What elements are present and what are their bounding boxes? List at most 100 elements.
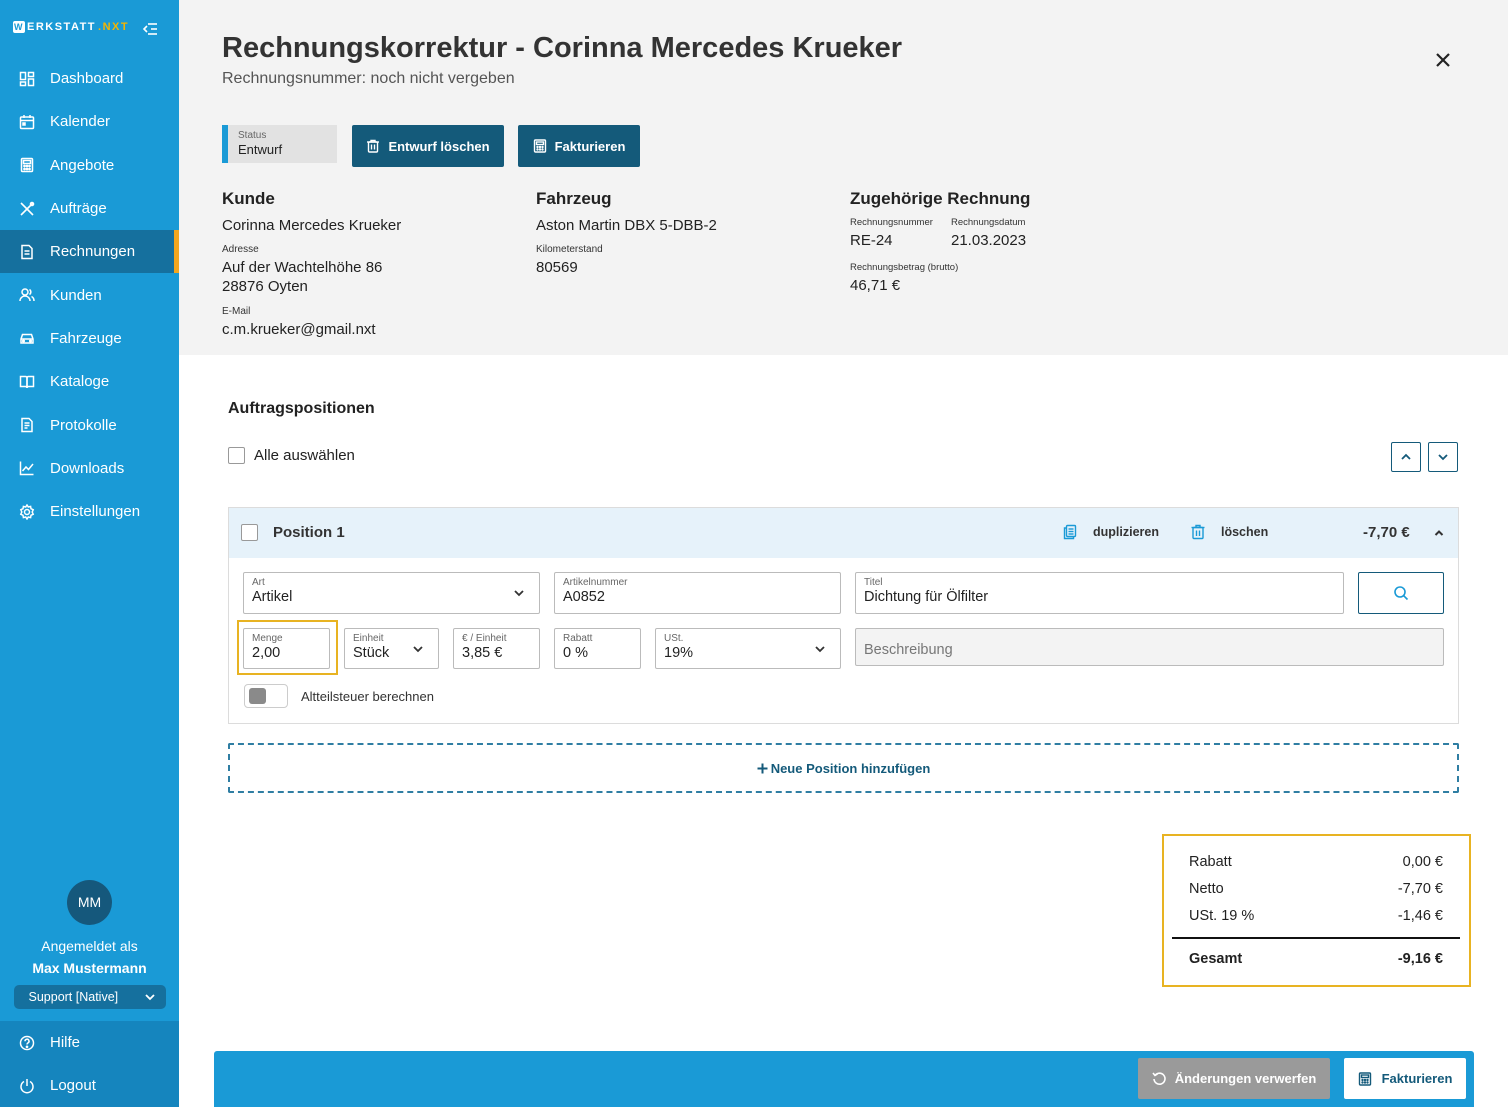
role-value: Support [Native]	[28, 990, 119, 1004]
user-block: MM Angemeldet als Max Mustermann Support…	[0, 880, 179, 1009]
delete-position-label: löschen	[1221, 525, 1269, 539]
copy-icon	[1063, 524, 1077, 540]
bill-label: Fakturieren	[554, 138, 626, 154]
unit-price-field[interactable]: € / Einheit 3,85 €	[453, 628, 540, 669]
chevron-up-icon[interactable]	[1433, 527, 1445, 539]
logo-text: ERKSTATT	[27, 21, 97, 33]
email-label: E-Mail	[222, 306, 251, 317]
summary-net-row: Netto -7,70 €	[1189, 881, 1443, 897]
vat-label: USt.	[664, 633, 684, 644]
footer-bill-button[interactable]: Fakturieren	[1344, 1058, 1466, 1099]
sidebar: W ERKSTATT .NXT Dashboard Kalender Angebo…	[0, 0, 179, 1107]
move-up-button[interactable]	[1391, 442, 1421, 472]
article-number-field[interactable]: Artikelnummer A0852	[554, 572, 841, 614]
sidebar-item-fahrzeuge[interactable]: Fahrzeuge	[0, 317, 179, 360]
quantity-field[interactable]: Menge 2,00	[243, 628, 330, 669]
status-value: Entwurf	[238, 142, 283, 157]
customer-heading: Kunde	[222, 189, 275, 208]
chevron-down-icon	[514, 590, 524, 597]
position-header: Position 1 duplizieren löschen -7,70 €	[229, 508, 1458, 558]
title-field[interactable]: Titel Dichtung für Ölfilter	[855, 572, 1344, 614]
vat-select[interactable]: USt. 19%	[655, 628, 841, 669]
chevron-down-icon	[1438, 454, 1448, 461]
sidebar-item-logout[interactable]: Logout	[0, 1064, 179, 1107]
sidebar-item-auftraege[interactable]: Aufträge	[0, 187, 179, 230]
address-line2: 28876 Oyten	[222, 278, 308, 295]
invoice-amount-label: Rechnungsbetrag (brutto)	[850, 262, 959, 273]
sidebar-item-label: Downloads	[50, 459, 125, 477]
add-position-label: Neue Position hinzufügen	[770, 760, 931, 776]
discard-changes-button[interactable]: Änderungen verwerfen	[1138, 1058, 1330, 1099]
chevron-up-icon	[1401, 453, 1411, 460]
summary-discount-value: 0,00 €	[1402, 854, 1443, 870]
search-icon	[1394, 586, 1409, 601]
sidebar-item-kalender[interactable]: Kalender	[0, 100, 179, 143]
select-all-checkbox[interactable]	[228, 447, 245, 464]
logged-in-label: Angemeldet als	[41, 938, 138, 954]
trash-icon	[367, 139, 380, 153]
duplicate-button[interactable]: duplizieren	[1062, 524, 1159, 540]
related-invoice-info: Zugehörige Rechnung Rechnungsnummer RE-2…	[850, 189, 1052, 295]
customer-name: Corinna Mercedes Krueker	[222, 217, 402, 234]
help-icon	[19, 1035, 35, 1050]
description-field[interactable]: Beschreibung	[855, 628, 1444, 666]
sidebar-item-kataloge[interactable]: Kataloge	[0, 360, 179, 403]
invoice-number-label: Rechnungsnummer	[850, 217, 933, 228]
summary-vat-label: USt. 19 %	[1189, 908, 1255, 924]
discount-label: Rabatt	[563, 633, 593, 644]
sidebar-item-rechnungen[interactable]: Rechnungen	[0, 230, 179, 274]
sidebar-item-downloads[interactable]: Downloads	[0, 447, 179, 490]
sidebar-item-hilfe[interactable]: Hilfe	[0, 1021, 179, 1064]
app-logo[interactable]: W ERKSTATT .NXT	[13, 21, 129, 33]
invoice-number-cell: Rechnungsnummer RE-24	[850, 217, 951, 250]
select-all[interactable]: Alle auswählen	[228, 447, 355, 464]
gear-icon	[19, 503, 35, 520]
art-select[interactable]: Art Artikel	[243, 572, 540, 614]
sidebar-item-angebote[interactable]: Angebote	[0, 144, 179, 187]
sidebar-item-label: Kunden	[50, 286, 102, 304]
logo-suffix: .NXT	[98, 21, 130, 33]
sidebar-item-label: Logout	[50, 1077, 96, 1094]
unit-select[interactable]: Einheit Stück	[344, 628, 439, 669]
position-title: Position 1	[273, 524, 345, 541]
calculator-icon	[1358, 1071, 1371, 1086]
avatar[interactable]: MM	[67, 880, 112, 925]
summary-divider	[1172, 937, 1460, 939]
collapse-sidebar-icon[interactable]	[142, 21, 158, 37]
close-icon[interactable]	[1433, 50, 1453, 70]
move-down-button[interactable]	[1428, 442, 1458, 472]
car-icon	[20, 334, 34, 345]
duplicate-label: duplizieren	[1093, 525, 1159, 539]
sidebar-item-einstellungen[interactable]: Einstellungen	[0, 490, 179, 533]
dashboard-icon	[19, 71, 35, 86]
sidebar-item-label: Kalender	[50, 113, 111, 131]
sidebar-item-dashboard[interactable]: Dashboard	[0, 57, 179, 100]
search-button[interactable]	[1358, 572, 1444, 614]
status-badge: Status Entwurf	[222, 125, 337, 163]
position-total: -7,70 €	[1363, 524, 1410, 541]
status-label: Status	[238, 130, 267, 141]
vehicle-mileage: 80569	[536, 259, 578, 276]
position-checkbox[interactable]	[241, 524, 258, 541]
sidebar-item-label: Fahrzeuge	[50, 329, 122, 347]
bill-button[interactable]: Fakturieren	[518, 125, 640, 167]
invoice-header: Rechnungskorrektur - Corinna Mercedes Kr…	[179, 0, 1508, 355]
invoice-number-date: Rechnungsnummer RE-24 Rechnungsdatum 21.…	[850, 217, 1052, 250]
page-subtitle: Rechnungsnummer: noch nicht vergeben	[222, 70, 515, 87]
page-title: Rechnungskorrektur - Corinna Mercedes Kr…	[222, 32, 903, 64]
trash-icon	[1191, 524, 1205, 540]
sidebar-item-label: Protokolle	[50, 416, 117, 434]
old-part-tax-label: Altteilsteuer berechnen	[301, 689, 434, 704]
invoice-date-cell: Rechnungsdatum 21.03.2023	[951, 217, 1052, 250]
delete-position-button[interactable]: löschen	[1190, 524, 1268, 540]
sidebar-item-protokolle[interactable]: Protokolle	[0, 403, 179, 446]
sidebar-item-label: Aufträge	[50, 200, 107, 218]
old-part-tax-toggle[interactable]	[244, 684, 288, 708]
role-select[interactable]: Support [Native]	[13, 985, 166, 1009]
quantity-label: Menge	[252, 633, 283, 644]
add-position-button[interactable]: Neue Position hinzufügen	[228, 743, 1459, 793]
sidebar-item-label: Angebote	[50, 156, 115, 174]
sidebar-item-kunden[interactable]: Kunden	[0, 273, 179, 316]
discount-field[interactable]: Rabatt 0 %	[554, 628, 641, 669]
delete-draft-button[interactable]: Entwurf löschen	[352, 125, 504, 167]
